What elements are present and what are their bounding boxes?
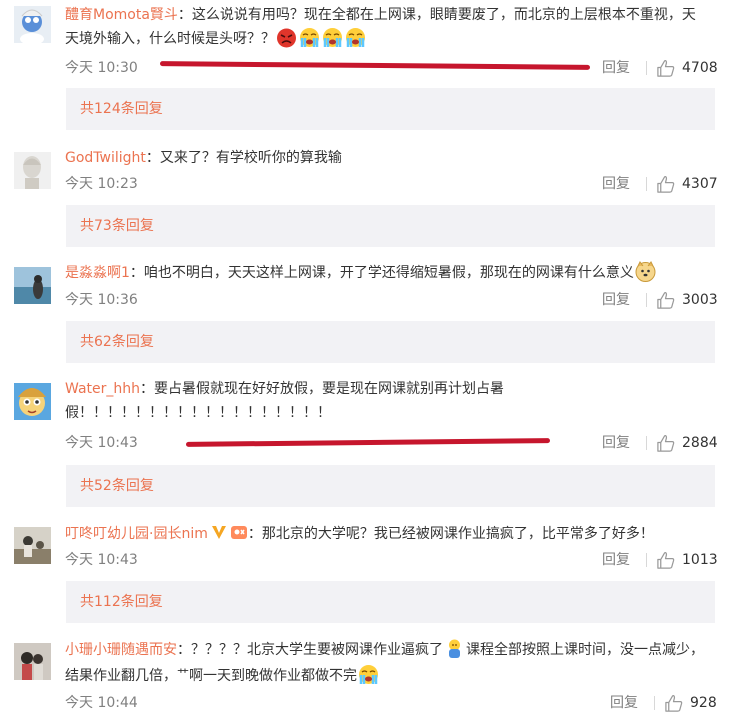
sub-replies-box: 共124条回复 (66, 88, 715, 130)
username-link[interactable]: Water_hhh (65, 381, 140, 397)
view-replies-link[interactable]: 共73条回复 (80, 216, 154, 236)
comment-time: 今天 10:30 (65, 60, 138, 76)
thumbs-up-icon (657, 175, 675, 193)
crying-emoji (299, 27, 320, 48)
avatar[interactable] (14, 643, 51, 680)
separator: ： (177, 642, 191, 658)
like-count: 928 (690, 695, 717, 711)
reply-button[interactable]: 回复 (602, 290, 630, 310)
like-count: 1013 (682, 552, 718, 568)
like-count: 2884 (682, 435, 718, 451)
separator: ： (129, 265, 144, 281)
red-underline-mark (185, 438, 551, 447)
avatar[interactable] (14, 383, 51, 420)
username-link[interactable]: GodTwilight (65, 150, 146, 166)
reply-button[interactable]: 回复 (602, 174, 630, 194)
comment-body: ？？？？北京大学生要被网课作业逼疯了 (191, 642, 443, 658)
reply-button[interactable]: 回复 (610, 693, 638, 713)
comment-time: 今天 10:43 (65, 435, 138, 451)
comment-time: 今天 10:44 (65, 695, 138, 711)
separator: ： (140, 381, 155, 397)
thumbs-up-icon (657, 551, 675, 569)
like-button[interactable]: 4307 (656, 174, 718, 194)
divider (646, 61, 647, 75)
fan-badge (230, 523, 248, 541)
avatar[interactable] (14, 152, 51, 189)
avatar[interactable] (14, 6, 51, 43)
comment-text: 叮咚叮幼儿园·园长nim ：那北京的大学呢？我已经被网课作业搞疯了，比平常多了好多… (65, 522, 705, 546)
comment-body: 咱也不明白，天天这样上网课，开了学还得缩短暑假，那现在的网课有什么意义 (143, 265, 634, 281)
comment-body: 那北京的大学呢？我已经被网课作业搞疯了，比平常多了好多！ (261, 526, 654, 542)
like-count: 3003 (682, 292, 718, 308)
username-link[interactable]: 小珊小珊随遇而安 (65, 642, 177, 658)
comment-text: 醴育Momota賢斗：这么说说有用吗？现在全都在上网课，眼睛要废了，而北京的上层… (65, 3, 705, 51)
comment-time: 今天 10:43 (65, 552, 138, 568)
reply-button[interactable]: 回复 (602, 58, 630, 78)
view-replies-link[interactable]: 共62条回复 (80, 332, 154, 352)
glyph-mark: 艹 (177, 667, 190, 681)
username-link[interactable]: 叮咚叮幼儿园·园长nim (65, 526, 208, 542)
thumbs-up-icon (657, 291, 675, 309)
comment-body: 又来了？有学校听你的算我输 (159, 150, 342, 166)
comment-text: GodTwilight：又来了？有学校听你的算我输 (65, 146, 705, 170)
doge-emoji (635, 261, 656, 282)
separator: ： (177, 7, 192, 23)
divider (646, 553, 647, 567)
crying-emoji (358, 664, 379, 685)
crying-emoji (322, 27, 343, 48)
username-link[interactable]: 是淼淼啊1 (65, 265, 130, 281)
username-link[interactable]: 醴育Momota賢斗 (65, 7, 178, 23)
like-button[interactable]: 1013 (656, 550, 718, 570)
red-underline-mark (159, 61, 591, 70)
view-replies-link[interactable]: 共112条回复 (80, 592, 163, 612)
sub-replies-box: 共52条回复 (66, 465, 715, 507)
divider (654, 696, 655, 710)
separator: ： (145, 150, 160, 166)
like-count: 4708 (682, 60, 718, 76)
like-button[interactable]: 2884 (656, 433, 718, 453)
view-replies-link[interactable]: 共124条回复 (80, 99, 163, 119)
like-button[interactable]: 928 (664, 693, 717, 713)
angry-emoji (276, 27, 297, 48)
vip-v-badge (210, 523, 228, 541)
comment-time: 今天 10:23 (65, 176, 138, 192)
view-replies-link[interactable]: 共52条回复 (80, 476, 154, 496)
like-count: 4307 (682, 176, 718, 192)
separator: ： (247, 526, 262, 542)
comment-text: 是淼淼啊1：咱也不明白，天天这样上网课，开了学还得缩短暑假，那现在的网课有什么意… (65, 261, 705, 285)
divider (646, 436, 647, 450)
comment-time: 今天 10:36 (65, 292, 138, 308)
comment-text: 小珊小珊随遇而安：？？？？北京大学生要被网课作业逼疯了 课程全部按照上课时间，没一… (65, 638, 705, 688)
reply-button[interactable]: 回复 (602, 550, 630, 570)
like-button[interactable]: 3003 (656, 290, 718, 310)
sub-replies-box: 共73条回复 (66, 205, 715, 247)
tired-emoji (444, 638, 465, 659)
crying-emoji (345, 27, 366, 48)
thumbs-up-icon (665, 694, 683, 712)
like-button[interactable]: 4708 (656, 58, 718, 78)
comment-body-part3: 啊一天到晚做作业都做不完 (189, 668, 358, 684)
divider (646, 293, 647, 307)
divider (646, 177, 647, 191)
thumbs-up-icon (657, 59, 675, 77)
avatar[interactable] (14, 527, 51, 564)
avatar[interactable] (14, 267, 51, 304)
comment-text: Water_hhh：要占暑假就现在好好放假，要是现在网课就别再计划占暑假！！！！… (65, 377, 545, 425)
sub-replies-box: 共62条回复 (66, 321, 715, 363)
reply-button[interactable]: 回复 (602, 433, 630, 453)
thumbs-up-icon (657, 434, 675, 452)
sub-replies-box: 共112条回复 (66, 581, 715, 623)
